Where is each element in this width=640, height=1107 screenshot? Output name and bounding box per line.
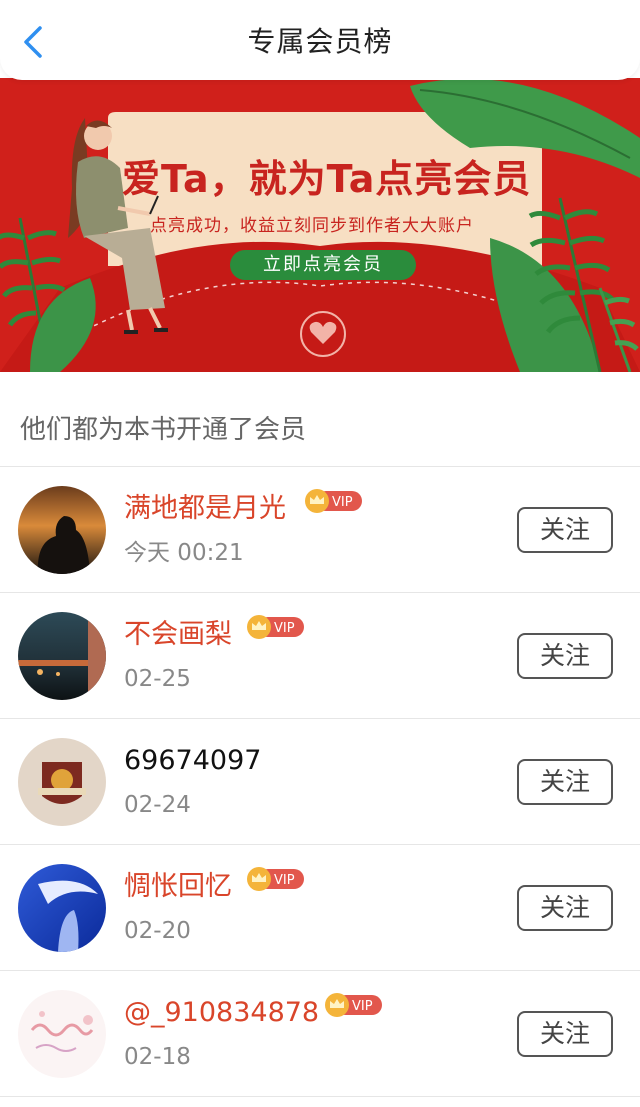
svg-text:VIP: VIP: [352, 999, 373, 1014]
top-bar: 专属会员榜: [0, 0, 640, 80]
list-item[interactable]: @_910834878 VIP 02-18 关注: [0, 971, 640, 1097]
svg-text:VIP: VIP: [332, 495, 353, 510]
avatar[interactable]: [18, 612, 106, 700]
follow-button[interactable]: 关注: [517, 1011, 613, 1057]
page-title: 专属会员榜: [247, 25, 393, 58]
follow-button[interactable]: 关注: [517, 759, 613, 805]
avatar[interactable]: [18, 486, 106, 574]
follow-button[interactable]: 关注: [517, 885, 613, 931]
member-name[interactable]: @_910834878: [124, 995, 319, 1031]
member-name[interactable]: 满地都是月光: [124, 491, 286, 527]
follow-button[interactable]: 关注: [517, 507, 613, 553]
list-item[interactable]: 满地都是月光 VIP 今天 00:21 关注: [0, 467, 640, 593]
svg-text:VIP: VIP: [274, 873, 295, 888]
svg-text:VIP: VIP: [274, 621, 295, 636]
vip-badge: VIP: [246, 614, 306, 640]
list-item[interactable]: 69674097 02-24 关注: [0, 719, 640, 845]
vip-badge: VIP: [304, 488, 364, 514]
member-time: 02-18: [124, 1044, 191, 1070]
banner-headline: 爱Ta，就为Ta点亮会员: [122, 157, 532, 201]
member-time: 今天 00:21: [124, 540, 244, 566]
vip-badge: VIP: [246, 866, 306, 892]
avatar[interactable]: [18, 990, 106, 1078]
follow-button[interactable]: 关注: [517, 633, 613, 679]
avatar[interactable]: [18, 738, 106, 826]
section-title: 他们都为本书开通了会员: [20, 415, 307, 445]
avatar[interactable]: [18, 864, 106, 952]
member-list: 满地都是月光 VIP 今天 00:21 关注 不会画梨 VIP 02-25 关注…: [0, 467, 640, 1097]
member-time: 02-25: [124, 666, 191, 692]
member-time: 02-24: [124, 792, 191, 818]
list-item[interactable]: 不会画梨 VIP 02-25 关注: [0, 593, 640, 719]
vip-promo-banner[interactable]: 爱Ta，就为Ta点亮会员 点亮成功，收益立刻同步到作者大大账户 立即点亮会员: [0, 78, 640, 372]
member-name[interactable]: 不会画梨: [124, 617, 232, 653]
banner-subtitle: 点亮成功，收益立刻同步到作者大大账户: [150, 216, 474, 236]
activate-vip-button[interactable]: 立即点亮会员: [230, 250, 416, 280]
list-item[interactable]: 惆怅回忆 VIP 02-20 关注: [0, 845, 640, 971]
member-name[interactable]: 69674097: [124, 743, 261, 779]
member-time: 02-20: [124, 918, 191, 944]
member-name[interactable]: 惆怅回忆: [124, 869, 232, 905]
vip-badge: VIP: [324, 992, 384, 1018]
